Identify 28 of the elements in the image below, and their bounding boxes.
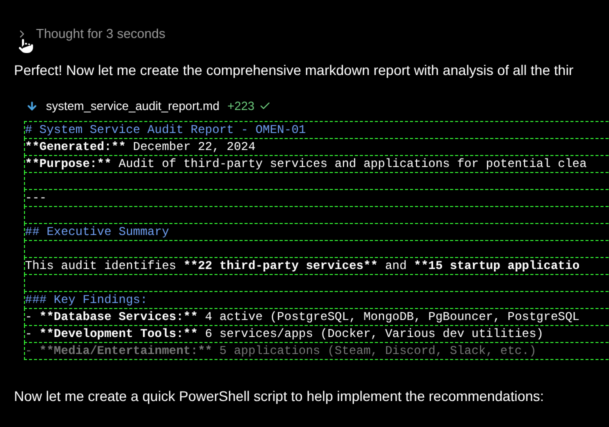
bold-code-text: **Database Services:** <box>39 310 198 324</box>
code-text: - <box>25 344 34 358</box>
code-text: 5 applications (Steam, Discord, Slack, etc.) <box>218 344 536 358</box>
intro-message: Perfect! Now let me create the comprehensive markdown report with analysis of all the thir <box>14 61 574 80</box>
bold-code-text: **22 third-party services** <box>183 259 378 273</box>
code-text: # System Service Audit Report - OMEN-01 <box>25 123 306 137</box>
code-text: Audit of third-party services and applications for potential clea <box>118 157 587 171</box>
added-lines-count: +223 <box>227 98 254 115</box>
code-text: and <box>384 259 408 273</box>
code-text: --- <box>25 191 47 205</box>
thought-toggle[interactable]: Thought for 3 seconds <box>36 24 166 44</box>
outro-message: Now let me create a quick PowerShell script to help implement the recommendations: <box>14 387 544 406</box>
code-text: This audit identifies <box>25 259 178 273</box>
code-text: - <box>25 327 34 341</box>
download-arrow-icon <box>26 100 38 112</box>
file-name[interactable]: system_service_audit_report.md <box>46 97 220 115</box>
bold-code-text: **15 startup applicatio <box>414 259 580 273</box>
hand-cursor-icon <box>17 37 35 55</box>
code-text: ## Executive Summary <box>25 225 170 239</box>
code-text: 6 services/apps (Docker, Various dev utilities) <box>204 327 544 341</box>
code-text: December 22, 2024 <box>132 140 256 154</box>
bold-code-text: **Media/Entertainment:** <box>39 344 212 358</box>
code-text: 4 active (PostgreSQL, MongoDB, PgBouncer, PostgreSQL <box>204 310 580 324</box>
bold-code-text: **Purpose:** <box>25 157 112 171</box>
bold-code-text: **Development Tools:** <box>39 327 198 341</box>
code-text: - <box>25 310 34 324</box>
bold-code-text: **Generated:** <box>25 140 126 154</box>
code-text: ### Key Findings: <box>25 293 148 307</box>
